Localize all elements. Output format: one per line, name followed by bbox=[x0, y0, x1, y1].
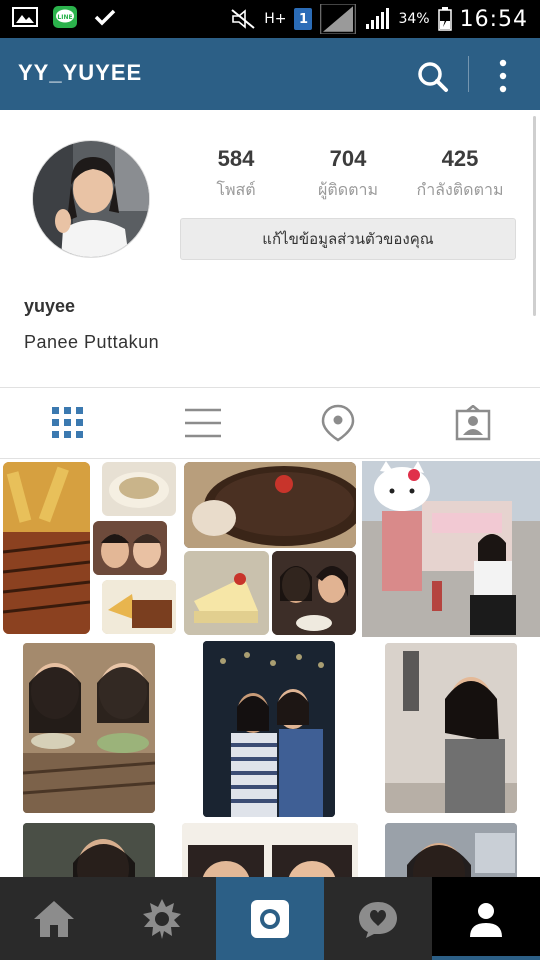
grid-photo[interactable] bbox=[360, 459, 540, 639]
nav-home[interactable] bbox=[0, 877, 108, 960]
followers-label: ผู้ติดตาม bbox=[317, 180, 379, 199]
following-label: กำลังติดตาม bbox=[416, 180, 504, 199]
nav-camera[interactable] bbox=[216, 877, 324, 960]
tab-grid[interactable] bbox=[0, 388, 135, 458]
photo-tile bbox=[182, 823, 358, 877]
network-h-plus-icon: H+ bbox=[264, 11, 287, 27]
scrollbar[interactable] bbox=[533, 116, 536, 316]
signal-icon bbox=[366, 8, 390, 29]
posts-label: โพสต์ bbox=[216, 180, 256, 199]
nav-activity[interactable] bbox=[324, 877, 432, 960]
grid-photo[interactable] bbox=[180, 639, 360, 819]
photo-tile bbox=[93, 521, 167, 575]
photo-tile bbox=[23, 643, 155, 813]
tab-location[interactable] bbox=[270, 388, 405, 458]
divider bbox=[468, 56, 469, 92]
battery-charging-icon bbox=[437, 7, 452, 31]
nav-profile[interactable] bbox=[432, 877, 540, 960]
battery-percent: 34% bbox=[398, 11, 430, 27]
grid-photo[interactable] bbox=[0, 819, 180, 877]
camera-icon bbox=[251, 899, 289, 938]
photo-tile bbox=[102, 462, 176, 516]
profile-icon bbox=[470, 902, 502, 937]
photo-tile bbox=[272, 551, 356, 635]
grid-photo[interactable] bbox=[0, 459, 180, 639]
followers-stat[interactable]: 704 ผู้ติดตาม bbox=[292, 146, 404, 203]
photo-tile bbox=[102, 580, 176, 634]
tagged-person-icon bbox=[455, 405, 490, 441]
explore-icon bbox=[143, 898, 181, 939]
full-name: Panee Puttakun bbox=[24, 332, 160, 352]
following-stat[interactable]: 425 กำลังติดตาม bbox=[404, 146, 516, 203]
sim-icon: 1 bbox=[294, 8, 313, 30]
app-bar: YY_YUYEE bbox=[0, 38, 540, 110]
profile-header: 584 โพสต์ 704 ผู้ติดตาม 425 กำลังติดตาม … bbox=[0, 110, 540, 388]
grid-photo[interactable] bbox=[360, 639, 540, 819]
followers-count: 704 bbox=[329, 146, 367, 171]
nav-explore[interactable] bbox=[108, 877, 216, 960]
list-icon bbox=[184, 408, 221, 438]
home-icon bbox=[34, 900, 74, 937]
grid-photo[interactable] bbox=[0, 639, 180, 819]
username: yuyee bbox=[24, 296, 76, 316]
photo-tile bbox=[23, 823, 155, 877]
photo-grid bbox=[0, 459, 540, 877]
grid-photo[interactable] bbox=[360, 819, 540, 877]
grid-icon bbox=[51, 407, 83, 438]
view-tabs bbox=[0, 387, 540, 459]
check-icon bbox=[94, 9, 116, 26]
tab-tagged[interactable] bbox=[405, 388, 540, 458]
photo-tile bbox=[385, 823, 517, 877]
photo-tile bbox=[385, 643, 517, 813]
posts-stat[interactable]: 584 โพสต์ bbox=[180, 146, 292, 203]
edit-profile-button[interactable]: แก้ไขข้อมูลส่วนตัวของคุณ bbox=[180, 218, 516, 260]
avatar[interactable] bbox=[32, 140, 150, 258]
line-app-icon: LINE bbox=[53, 6, 77, 28]
tab-list[interactable] bbox=[135, 388, 270, 458]
photo-tile bbox=[362, 461, 540, 637]
more-vert-icon[interactable] bbox=[488, 56, 518, 96]
location-pin-icon bbox=[321, 404, 354, 442]
photo-tile bbox=[203, 641, 335, 817]
search-icon[interactable] bbox=[412, 56, 452, 96]
grid-photo[interactable] bbox=[180, 459, 360, 639]
grid-photo[interactable] bbox=[180, 819, 360, 877]
photo-tile bbox=[184, 551, 269, 635]
stats-row: 584 โพสต์ 704 ผู้ติดตาม 425 กำลังติดตาม bbox=[180, 146, 516, 203]
profile-title: YY_YUYEE bbox=[18, 60, 143, 85]
bottom-nav bbox=[0, 877, 540, 960]
image-icon bbox=[12, 7, 38, 27]
active-indicator bbox=[432, 956, 540, 960]
photo-tile bbox=[184, 462, 356, 548]
clock: 16:54 bbox=[459, 6, 528, 32]
status-bar: LINE H+ 1 34% 16:54 bbox=[0, 0, 540, 38]
activity-heart-icon bbox=[359, 901, 397, 938]
following-count: 425 bbox=[441, 146, 479, 171]
photo-tile bbox=[3, 462, 90, 634]
svg-text:LINE: LINE bbox=[57, 14, 72, 21]
mute-icon bbox=[231, 9, 255, 29]
signal-icon bbox=[320, 4, 357, 34]
posts-count: 584 bbox=[217, 146, 255, 171]
